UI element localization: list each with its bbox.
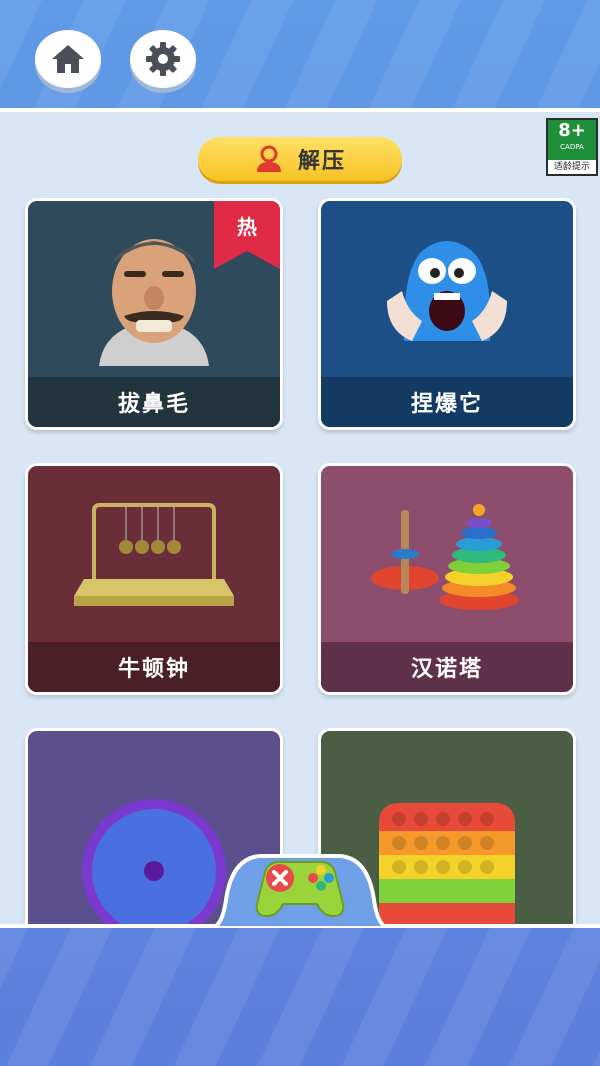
age-rating-badge: 8+ CADPA 适龄提示 (546, 118, 598, 176)
game-name: 捏爆它 (410, 392, 483, 417)
home-icon (52, 45, 84, 73)
stacking-rings-toy (321, 466, 573, 646)
card-name-bar: 牛顿钟 (28, 642, 280, 692)
category-title: 解压 (297, 149, 346, 174)
game-card-hanoi[interactable]: 汉诺塔 (318, 463, 576, 695)
age-org: CADPA (560, 143, 584, 151)
user-icon (256, 145, 281, 172)
blue-squishy-monster (321, 201, 573, 381)
game-name: 牛顿钟 (117, 657, 190, 682)
gamepad-icon (255, 860, 345, 918)
home-button[interactable] (35, 30, 101, 88)
game-card-squish[interactable]: 捏爆它 (318, 198, 576, 430)
settings-button[interactable] (130, 30, 196, 88)
hot-label: 热 (237, 215, 257, 239)
bottom-nav-tab[interactable] (210, 848, 390, 928)
game-card-newtons-cradle[interactable]: 牛顿钟 (25, 463, 283, 695)
game-name: 汉诺塔 (410, 657, 483, 682)
category-tab[interactable]: 解压 (198, 137, 402, 181)
game-name: 拔鼻毛 (117, 392, 190, 417)
hot-badge: 热 (214, 201, 280, 269)
age-tip: 适龄提示 (553, 162, 590, 172)
gear-icon (146, 42, 180, 76)
game-card-nose-hair[interactable]: 热 拔鼻毛 (25, 198, 283, 430)
age-rating: 8+ (558, 120, 586, 141)
game-list-panel: 解压 8+ CADPA 适龄提示 热 拔鼻毛 捏爆它 牛顿钟 汉诺塔 (0, 108, 600, 928)
card-name-bar: 汉诺塔 (321, 642, 573, 692)
newtons-cradle (28, 466, 280, 646)
card-name-bar: 捏爆它 (321, 377, 573, 427)
card-name-bar: 拔鼻毛 (28, 377, 280, 427)
